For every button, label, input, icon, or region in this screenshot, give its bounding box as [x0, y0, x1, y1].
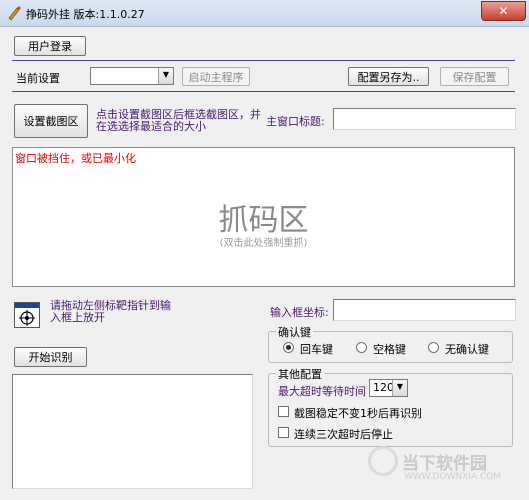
target-drag-handle[interactable] — [14, 302, 40, 328]
target-titlebar — [15, 303, 39, 308]
radio-enter[interactable] — [283, 342, 294, 353]
main-window-title-label: 主窗口标题: — [266, 115, 325, 128]
watermark-url: WWW.DOWNXIA.COM — [404, 472, 501, 482]
config-select[interactable]: ▼ — [90, 67, 174, 85]
drag-hint-text: 请拖动左侧标靶指针到输入框上放开 — [50, 299, 171, 324]
recognize-result-box[interactable] — [12, 374, 253, 489]
launch-main-button[interactable]: 启动主程序 — [182, 67, 250, 86]
radio-none[interactable] — [428, 342, 439, 353]
set-capture-button[interactable]: 设置截图区 — [14, 104, 88, 138]
stable-checkbox-label: 截图稳定不变1秒后再识别 — [294, 407, 422, 420]
crosshair-icon — [19, 310, 35, 326]
window-title: 挣码外挂 版本:1.1.0.27 — [26, 8, 145, 21]
stop-checkbox[interactable] — [278, 427, 289, 438]
save-config-as-button[interactable]: 配置另存为.. — [348, 67, 429, 86]
close-button[interactable]: ✕ — [481, 1, 526, 21]
stop-checkbox-label: 连续三次超时后停止 — [294, 428, 393, 441]
capture-area-subtitle: (双击此处强制重抓) — [219, 238, 308, 249]
save-config-button[interactable]: 保存配置 — [440, 67, 509, 86]
input-coords-field[interactable] — [333, 299, 516, 321]
stable-checkbox[interactable] — [278, 406, 289, 417]
max-timeout-select[interactable]: 120 ▼ — [369, 379, 408, 397]
other-config-group-title: 其他配置 — [276, 366, 324, 382]
max-timeout-label: 最大超时等待时间 — [278, 385, 366, 398]
radio-none-label: 无确认键 — [445, 343, 489, 356]
confirm-key-group-title: 确认键 — [276, 324, 313, 340]
user-login-button[interactable]: 用户登录 — [14, 36, 86, 56]
divider-middle — [12, 91, 515, 92]
radio-enter-label: 回车键 — [300, 343, 333, 356]
app-icon — [8, 6, 21, 21]
close-icon: ✕ — [498, 4, 509, 18]
watermark-text: 当下软件园 — [402, 454, 487, 474]
main-window-title-input[interactable] — [333, 108, 516, 130]
chevron-down-icon: ▼ — [158, 68, 173, 84]
capture-hint-text: 点击设置截图区后框选截图区，并在选选择最适合的大小 — [96, 108, 261, 133]
divider-top — [12, 60, 515, 61]
chevron-down-icon: ▼ — [392, 380, 407, 396]
current-config-label: 当前设置 — [16, 72, 60, 85]
input-coords-label: 输入框坐标: — [270, 306, 329, 319]
start-recognize-button[interactable]: 开始识别 — [14, 347, 87, 367]
window-blocked-warning: 窗口被挡住，或已最小化 — [15, 152, 136, 165]
radio-space-label: 空格键 — [373, 343, 406, 356]
title-bar: 挣码外挂 版本:1.1.0.27 ✕ — [0, 0, 529, 27]
radio-space[interactable] — [356, 342, 367, 353]
watermark-logo — [368, 446, 398, 476]
capture-area-title: 抓码区 — [218, 203, 309, 238]
max-timeout-value: 120 — [373, 381, 394, 394]
capture-area[interactable]: 窗口被挡住，或已最小化 抓码区 (双击此处强制重抓) — [12, 147, 515, 287]
